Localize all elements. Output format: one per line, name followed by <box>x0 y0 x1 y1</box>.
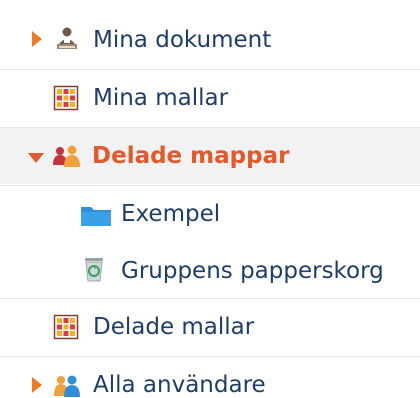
expand-arrow-icon[interactable] <box>32 377 42 393</box>
folder-icon <box>80 202 112 228</box>
tree-item-label: Gruppens papperskorg <box>121 257 384 284</box>
tree-item-mina-mallar[interactable]: Mina mallar <box>0 69 420 126</box>
person-document-icon <box>54 25 80 51</box>
tree-item-alla-anvandare[interactable]: Alla användare <box>0 356 420 398</box>
expand-arrow-icon[interactable] <box>32 31 42 47</box>
template-grid-icon <box>53 314 79 340</box>
tree-item-label: Delade mappar <box>92 143 290 169</box>
tree-item-delade-mallar[interactable]: Delade mallar <box>0 298 420 355</box>
tree-item-gruppens-papperskorg[interactable]: Gruppens papperskorg <box>0 242 420 299</box>
tree-item-mina-dokument[interactable]: Mina dokument <box>0 11 420 68</box>
tree-item-delade-mappar[interactable]: Delade mappar <box>0 127 420 184</box>
tree-item-label: Mina dokument <box>93 26 272 53</box>
tree-item-label: Exempel <box>121 201 221 227</box>
users-icon <box>52 372 82 398</box>
shared-group-icon <box>52 143 82 169</box>
recycle-bin-icon <box>82 255 106 282</box>
tree-item-label: Mina mallar <box>93 85 229 111</box>
template-grid-icon <box>53 85 79 111</box>
tree-item-label: Delade mallar <box>93 314 255 340</box>
tree-item-label: Alla användare <box>93 372 266 398</box>
collapse-arrow-icon[interactable] <box>28 153 44 163</box>
tree-item-exempel[interactable]: Exempel <box>0 185 420 242</box>
folder-tree: Mina dokument Mina mallar Delade mappar … <box>0 0 420 398</box>
